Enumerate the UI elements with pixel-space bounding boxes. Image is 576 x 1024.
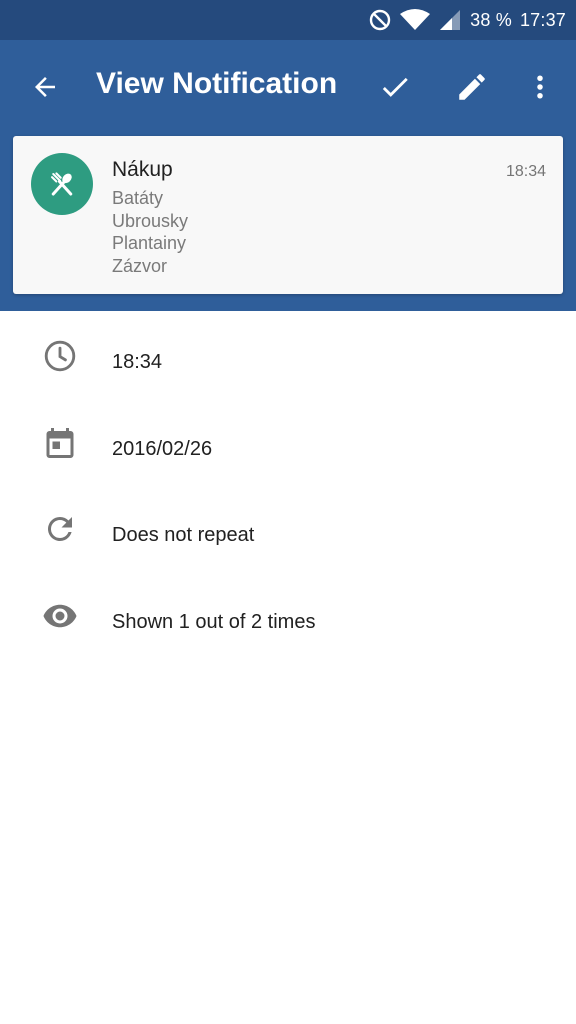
arrow-back-icon xyxy=(35,77,55,97)
notification-line: Plantainy xyxy=(112,233,187,254)
notification-line: Ubrousky xyxy=(112,210,189,231)
notification-title: Nákup xyxy=(112,158,173,181)
detail-shown-text: Shown 1 out of 2 times xyxy=(112,610,316,633)
wifi-icon xyxy=(400,8,431,32)
repeat-refresh-icon xyxy=(42,511,78,547)
fork-spoon-icon xyxy=(51,172,73,196)
edit-pencil-icon xyxy=(459,74,485,100)
detail-repeat-text: Does not repeat xyxy=(112,524,255,546)
status-bar: 38 % 17:37 xyxy=(0,0,576,40)
detail-row-date: 2016/02/26 xyxy=(0,398,576,485)
notification-preview-card: Nákup 18:34 Batáty Ubrousky Plantainy Zá… xyxy=(13,136,563,294)
detail-row-time: 18:34 xyxy=(0,311,576,398)
calendar-icon xyxy=(42,425,78,461)
notification-avatar xyxy=(31,153,93,215)
edit-button[interactable] xyxy=(449,64,495,110)
page-title: View Notification xyxy=(96,67,338,100)
confirm-button[interactable] xyxy=(372,64,418,110)
detail-row-repeat: Does not repeat xyxy=(0,484,576,571)
do-not-disturb-icon xyxy=(368,8,392,32)
detail-row-shown: Shown 1 out of 2 times xyxy=(0,571,576,658)
back-button[interactable] xyxy=(22,64,68,110)
check-icon xyxy=(382,77,408,97)
notification-line: Batáty xyxy=(112,188,164,208)
battery-level: 38 % xyxy=(470,9,512,30)
notification-details: 18:34 2016/02/26 Does not repeat Shown 1… xyxy=(0,311,576,657)
detail-time-text: 18:34 xyxy=(112,351,163,373)
cell-signal-icon xyxy=(438,8,462,32)
more-vert-icon xyxy=(537,75,543,99)
app-bar: View Notification xyxy=(0,40,576,135)
notification-time: 18:34 xyxy=(505,163,546,180)
notification-content: Batáty Ubrousky Plantainy Zázvor xyxy=(112,187,188,277)
eye-icon xyxy=(42,598,78,634)
clock-icon xyxy=(42,338,78,374)
detail-date-text: 2016/02/26 xyxy=(112,437,213,460)
clock: 17:37 xyxy=(519,9,566,30)
notification-line: Zázvor xyxy=(112,255,168,276)
more-options-button[interactable] xyxy=(517,64,563,110)
